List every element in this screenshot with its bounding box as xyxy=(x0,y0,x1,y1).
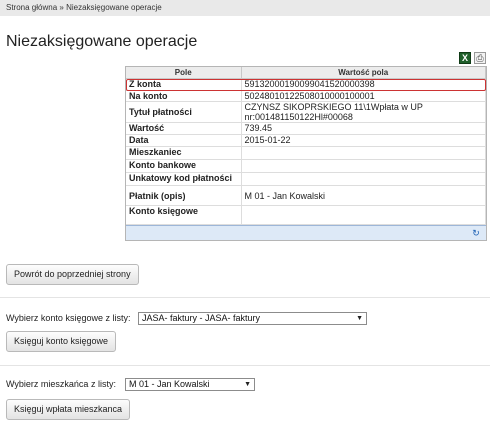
breadcrumb-current: Niezaksięgowane operacje xyxy=(66,3,162,12)
chevron-down-icon: ▼ xyxy=(356,315,363,322)
post-resident-payment-button[interactable]: Księguj wpłata mieszkanca xyxy=(6,399,131,420)
row-value: 50248010122508010000100001 xyxy=(241,90,486,102)
row-value: M 01 - Jan Kowalski xyxy=(241,185,486,206)
resident-select-value: M 01 - Jan Kowalski xyxy=(129,379,210,389)
breadcrumb-separator: » xyxy=(59,3,64,12)
breadcrumb: Strona główna » Niezaksięgowane operacje xyxy=(0,0,490,16)
row-value xyxy=(241,146,486,160)
row-label: Konto bankowe xyxy=(126,159,242,173)
row-label: Wartość xyxy=(126,122,242,135)
row-label: Tytuł płatności xyxy=(126,101,242,123)
table-row: Data 2015-01-22 xyxy=(126,134,486,147)
section-divider xyxy=(0,297,490,298)
row-value xyxy=(241,172,486,186)
excel-export-icon[interactable]: X xyxy=(459,52,471,64)
account-select-label: Wybierz konto księgowe z listy: xyxy=(6,313,131,323)
row-label: Płatnik (opis) xyxy=(126,185,242,206)
grid-header-row: Pole Wartość pola xyxy=(126,67,486,79)
resident-select-label: Wybierz mieszkańca z listy: xyxy=(6,379,116,389)
back-button[interactable]: Powrót do poprzedniej strony xyxy=(6,264,139,285)
account-select-value: JASA- faktury - JASA- faktury xyxy=(142,313,261,323)
row-value xyxy=(241,159,486,173)
table-row: Płatnik (opis) M 01 - Jan Kowalski xyxy=(126,185,486,206)
page-title: Niezaksięgowane operacje xyxy=(6,33,198,50)
column-header-field: Pole xyxy=(126,67,242,79)
row-label: Na konto xyxy=(126,90,242,102)
table-row: Wartość 739.45 xyxy=(126,122,486,135)
breadcrumb-home-link[interactable]: Strona główna xyxy=(6,3,57,12)
row-label: Unkatowy kod płatności xyxy=(126,172,242,186)
grid-footer-bar: ↻ xyxy=(126,225,486,240)
row-label: Data xyxy=(126,134,242,147)
row-value xyxy=(241,205,486,225)
operation-details-grid: Pole Wartość pola Z konta 59132000190099… xyxy=(125,66,487,241)
table-row: Unkatowy kod płatności xyxy=(126,172,486,186)
account-select[interactable]: JASA- faktury - JASA- faktury ▼ xyxy=(138,312,367,325)
column-header-value: Wartość pola xyxy=(241,67,486,79)
row-value: 739.45 xyxy=(241,122,486,135)
table-row: Na konto 50248010122508010000100001 xyxy=(126,90,486,102)
row-label: Mieszkaniec xyxy=(126,146,242,160)
resident-select[interactable]: M 01 - Jan Kowalski ▼ xyxy=(125,378,255,391)
grid-toolbar: X ⎙ xyxy=(459,52,486,64)
print-icon[interactable]: ⎙ xyxy=(474,52,486,64)
table-row-from-account: Z konta 59132000190099041520000398 xyxy=(126,78,486,91)
post-account-button[interactable]: Księguj konto księgowe xyxy=(6,331,117,352)
row-value: 59132000190099041520000398 xyxy=(241,78,486,91)
row-label: Z konta xyxy=(126,78,242,91)
section-divider xyxy=(0,365,490,366)
row-label: Konto księgowe xyxy=(126,205,242,225)
refresh-icon[interactable]: ↻ xyxy=(471,228,481,238)
table-row: Konto księgowe xyxy=(126,205,486,225)
row-value: 2015-01-22 xyxy=(241,134,486,147)
table-row: Tytuł płatności CZYNSZ SIKOPRSKIEGO 11\1… xyxy=(126,101,486,123)
row-value: CZYNSZ SIKOPRSKIEGO 11\1Wpłata w UP nr:0… xyxy=(241,101,486,123)
table-row: Mieszkaniec xyxy=(126,146,486,160)
chevron-down-icon: ▼ xyxy=(244,381,251,388)
table-row: Konto bankowe xyxy=(126,159,486,173)
